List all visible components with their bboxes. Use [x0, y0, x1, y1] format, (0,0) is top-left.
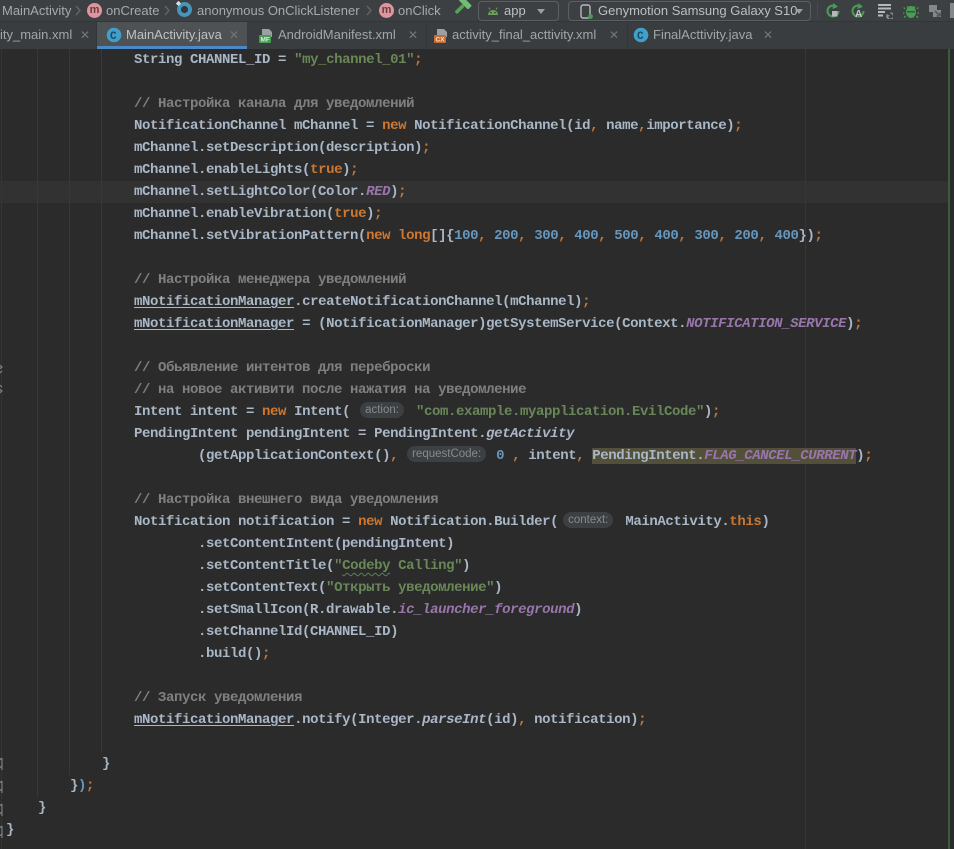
svg-text:C: C [110, 31, 117, 43]
svg-text:CX: CX [436, 37, 446, 44]
svg-text:A: A [855, 9, 862, 19]
svg-text:MF: MF [261, 37, 270, 44]
svg-text:C: C [637, 31, 644, 43]
